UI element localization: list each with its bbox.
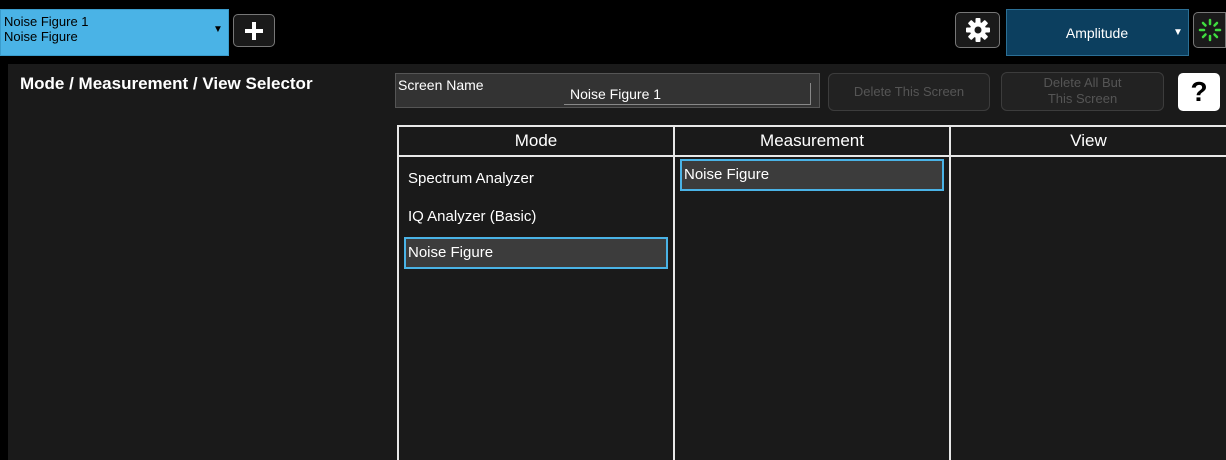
amplitude-label: Amplitude xyxy=(1065,25,1129,41)
screen-name-label: Screen Name xyxy=(398,77,484,93)
plus-icon xyxy=(245,21,263,40)
delete-all-label-line2: This Screen xyxy=(1047,91,1118,106)
panel-title: Mode / Measurement / View Selector xyxy=(20,74,313,93)
selector-grid: Mode Spectrum Analyzer IQ Analyzer (Basi… xyxy=(397,125,1226,460)
view-column: View xyxy=(951,127,1226,460)
mode-column-header: Mode xyxy=(399,127,673,157)
delete-this-screen-button[interactable]: Delete This Screen xyxy=(828,73,990,111)
amplitude-menu-button[interactable]: Amplitude ▼ xyxy=(1006,9,1189,56)
measurement-column: Measurement Noise Figure xyxy=(675,127,951,460)
screen-name-field: Screen Name xyxy=(395,73,820,108)
mode-item-iq-analyzer[interactable]: IQ Analyzer (Basic) xyxy=(404,201,668,233)
delete-all-but-this-screen-button[interactable]: Delete All But This Screen xyxy=(1001,72,1164,111)
measurement-item-noise-figure[interactable]: Noise Figure xyxy=(680,159,944,191)
spinner-icon xyxy=(1198,18,1221,42)
help-icon: ? xyxy=(1190,76,1208,107)
help-button[interactable]: ? xyxy=(1178,73,1220,111)
view-column-header: View xyxy=(951,127,1226,157)
delete-all-label-line1: Delete All But xyxy=(1043,75,1122,90)
settings-button[interactable] xyxy=(955,12,1000,48)
delete-this-screen-label: Delete This Screen xyxy=(853,84,965,99)
top-bar: Noise Figure 1 Noise Figure ▼ Amplitude … xyxy=(0,0,1226,56)
gear-icon xyxy=(965,18,990,42)
mode-measurement-view-panel: Mode / Measurement / View Selector Scree… xyxy=(8,64,1226,460)
add-screen-button[interactable] xyxy=(233,14,275,47)
mode-item-noise-figure[interactable]: Noise Figure xyxy=(404,237,668,269)
chevron-down-icon: ▼ xyxy=(1173,27,1183,38)
mode-item-spectrum-analyzer[interactable]: Spectrum Analyzer xyxy=(404,163,668,195)
screen-name-input[interactable] xyxy=(564,83,811,105)
screen-tab-name: Noise Figure 1 xyxy=(4,14,89,29)
screen-tab[interactable]: Noise Figure 1 Noise Figure ▼ xyxy=(0,9,229,56)
measurement-column-header: Measurement xyxy=(675,127,949,157)
busy-indicator-button[interactable] xyxy=(1193,12,1226,48)
chevron-down-icon: ▼ xyxy=(213,24,223,35)
screen-tab-measurement: Noise Figure xyxy=(4,29,78,44)
mode-column: Mode Spectrum Analyzer IQ Analyzer (Basi… xyxy=(399,127,675,460)
